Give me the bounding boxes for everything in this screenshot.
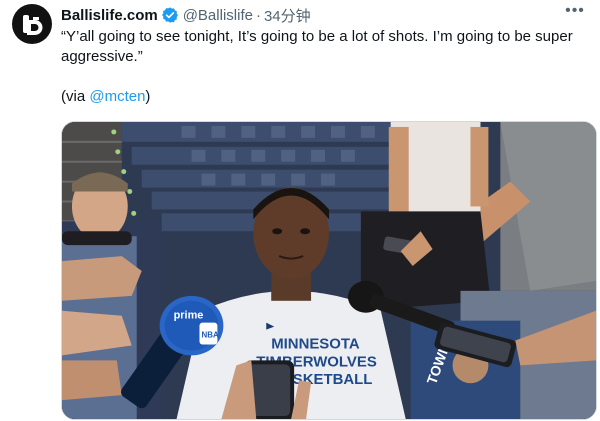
press-conference-photo: TOWNS MINNESOTA TIMBERWOLVES BASKETBALL [62,122,596,419]
tweet-media-photo[interactable]: TOWNS MINNESOTA TIMBERWOLVES BASKETBALL [61,121,597,420]
mention-link[interactable]: @mcten [89,88,145,105]
via-suffix: ) [145,88,151,105]
tweet-via-line: (via @mcten) [61,87,581,107]
tweet-quote: “Y’all going to see tonight, It’s going … [61,28,573,65]
via-prefix: (via [61,88,90,105]
tweet-header: Ballislife.com @Ballislife · 34分钟 [61,5,311,25]
mic-logo-text: NBA [201,331,218,340]
more-options-icon[interactable]: ••• [564,3,586,22]
shirt-text-1: MINNESOTA [271,335,360,352]
author-name[interactable]: Ballislife.com [61,7,158,24]
author-avatar[interactable] [12,4,52,44]
tweet-timestamp[interactable]: 34分钟 [264,5,311,26]
tweet-text: “Y’all going to see tonight, It’s going … [61,27,581,107]
tweet-card[interactable]: Ballislife.com @Ballislife · 34分钟 ••• “Y… [0,0,600,421]
verified-badge-icon [161,6,179,24]
author-handle[interactable]: @Ballislife [183,7,253,24]
mic-flag-text: prime [174,310,204,322]
ballislife-logo-icon [23,15,43,35]
header-separator: · [255,6,261,24]
